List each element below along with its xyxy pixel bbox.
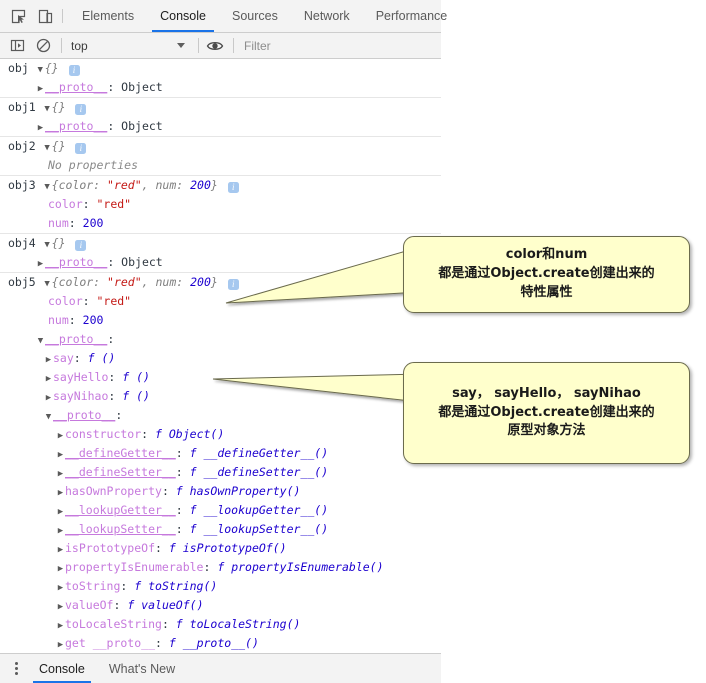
callout-pointers [212,246,421,403]
callout-1-pointer [225,246,421,304]
callout-2-text: say， sayHello， sayNihao 都是通过Object.creat… [438,385,655,439]
callout-1-text: color和num 都是通过Object.create创建出来的 特性属性 [438,247,655,300]
callout-2: say， sayHello， sayNihao 都是通过Object.creat… [403,362,690,464]
callout-2-pointer [212,373,421,403]
annotation-layer: color和num 都是通过Object.create创建出来的 特性属性 sa… [0,0,706,683]
callout-1: color和num 都是通过Object.create创建出来的 特性属性 [403,236,690,313]
screenshot-root: Elements Console Sources Network Perform… [0,0,706,683]
